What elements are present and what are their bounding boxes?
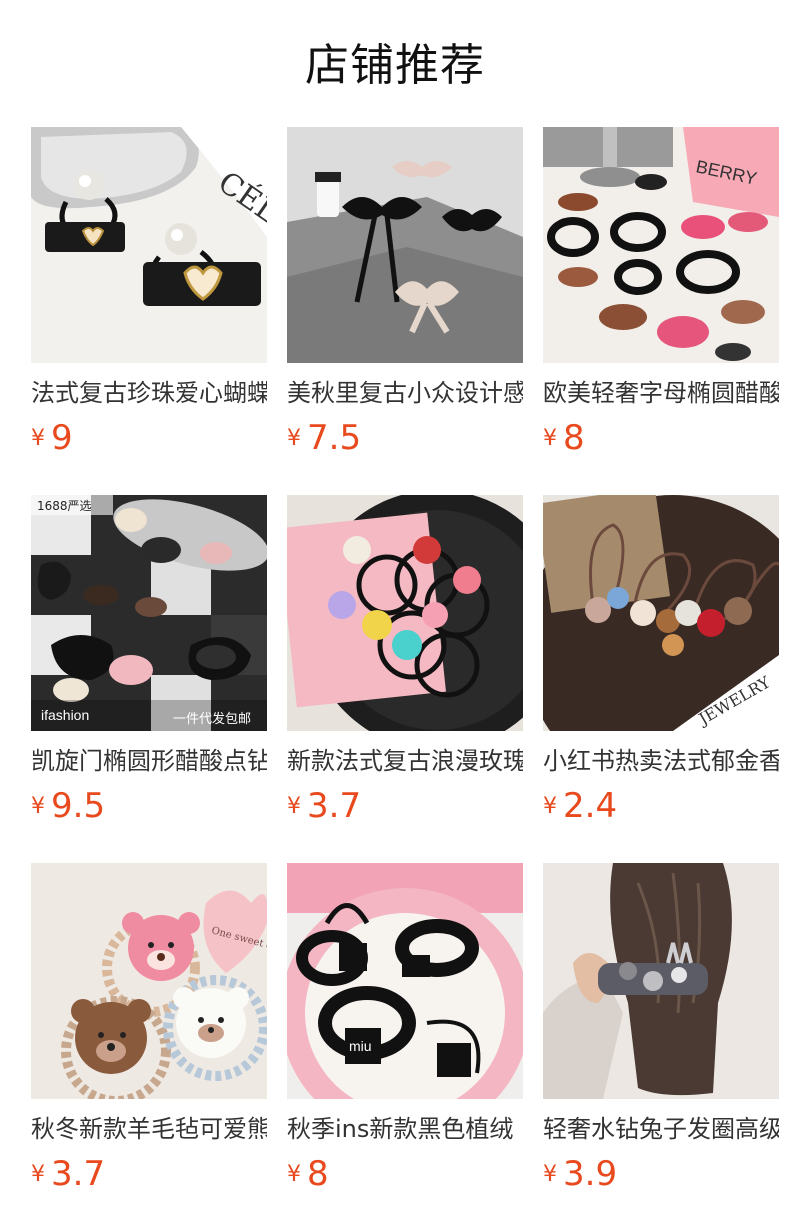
product-image[interactable]: JEWELRY (543, 495, 779, 731)
currency-symbol: ¥ (287, 1162, 301, 1187)
product-image[interactable] (287, 127, 523, 363)
price-value: 9 (51, 418, 73, 458)
image-badge-bottom-left: ifashion (41, 707, 89, 723)
product-card[interactable]: 轻奢水钻兔子发圈高级 ¥3.9 (543, 863, 779, 1231)
product-card[interactable]: 美秋里复古小众设计感 ¥7.5 (287, 127, 523, 495)
product-price: ¥8 (543, 415, 585, 461)
product-title[interactable]: 法式复古珍珠爱心蝴蝶结 (31, 377, 267, 411)
currency-symbol: ¥ (287, 426, 301, 451)
product-card[interactable]: BERRY 欧美轻奢字母椭圆醋酸 ¥8 (543, 127, 779, 495)
price-value: 3.7 (51, 1154, 106, 1194)
currency-symbol: ¥ (543, 794, 557, 819)
currency-symbol: ¥ (31, 794, 45, 819)
price-value: 8 (307, 1154, 329, 1194)
product-title[interactable]: 美秋里复古小众设计感 (287, 377, 523, 411)
product-title[interactable]: 新款法式复古浪漫玫瑰 (287, 745, 523, 779)
image-badge-bottom-right: 一件代发包邮 (173, 711, 251, 727)
product-card[interactable]: 1688严选 ifashion 一件代发包邮 凯旋门椭圆形醋酸点钻 ¥9.5 (31, 495, 267, 863)
price-value: 8 (563, 418, 585, 458)
product-price: ¥9 (31, 415, 73, 461)
product-image[interactable]: miu (287, 863, 523, 1099)
currency-symbol: ¥ (31, 1162, 45, 1187)
product-card[interactable]: CÉLI 法式复古珍珠爱心蝴蝶结 ¥9 (31, 127, 267, 495)
product-image[interactable]: One sweet day (31, 863, 267, 1099)
product-price: ¥3.7 (287, 783, 361, 829)
product-price: ¥2.4 (543, 783, 617, 829)
product-title[interactable]: 欧美轻奢字母椭圆醋酸 (543, 377, 779, 411)
product-image[interactable] (543, 863, 779, 1099)
product-card[interactable]: One sweet day 秋冬新款羊毛毡可爱熊 ¥ 3.7 (31, 863, 267, 1231)
product-title[interactable]: 轻奢水钻兔子发圈高级 (543, 1113, 779, 1147)
product-price: ¥9.5 (31, 783, 105, 829)
product-title[interactable]: 秋冬新款羊毛毡可爱熊 (31, 1113, 267, 1147)
product-grid: CÉLI 法式复古珍珠爱心蝴蝶结 ¥9 (31, 127, 779, 1231)
product-title[interactable]: 凯旋门椭圆形醋酸点钻 (31, 745, 267, 779)
currency-symbol: ¥ (543, 426, 557, 451)
product-title[interactable]: 小红书热卖法式郁金香 (543, 745, 779, 779)
product-card[interactable]: 新款法式复古浪漫玫瑰 ¥3.7 (287, 495, 523, 863)
image-brand-text: miu (349, 1038, 372, 1054)
currency-symbol: ¥ (31, 426, 45, 451)
product-price: ¥8 (287, 1151, 329, 1197)
product-card[interactable]: miu 秋季ins新款黑色植绒 ¥8 (287, 863, 523, 1231)
product-title[interactable]: 秋季ins新款黑色植绒 (287, 1113, 523, 1147)
currency-symbol: ¥ (287, 794, 301, 819)
price-value: 3.9 (563, 1154, 618, 1194)
product-card[interactable]: JEWELRY 小红书热卖法式郁金香 ¥2.4 (543, 495, 779, 863)
price-value: 3.7 (307, 786, 362, 826)
product-price: ¥7.5 (287, 415, 361, 461)
price-value: 2.4 (563, 786, 618, 826)
product-price: ¥3.7 (31, 1151, 105, 1197)
product-price: ¥3.9 (543, 1151, 617, 1197)
currency-symbol: ¥ (543, 1162, 557, 1187)
product-image[interactable]: 1688严选 ifashion 一件代发包邮 (31, 495, 267, 731)
product-image[interactable]: BERRY (543, 127, 779, 363)
page-title: 店铺推荐 (305, 40, 485, 91)
price-value: 7.5 (307, 418, 362, 458)
image-badge-top-left: 1688严选 (37, 499, 92, 513)
price-value: 9.5 (51, 786, 106, 826)
product-image[interactable] (287, 495, 523, 731)
product-image[interactable]: CÉLI (31, 127, 267, 363)
